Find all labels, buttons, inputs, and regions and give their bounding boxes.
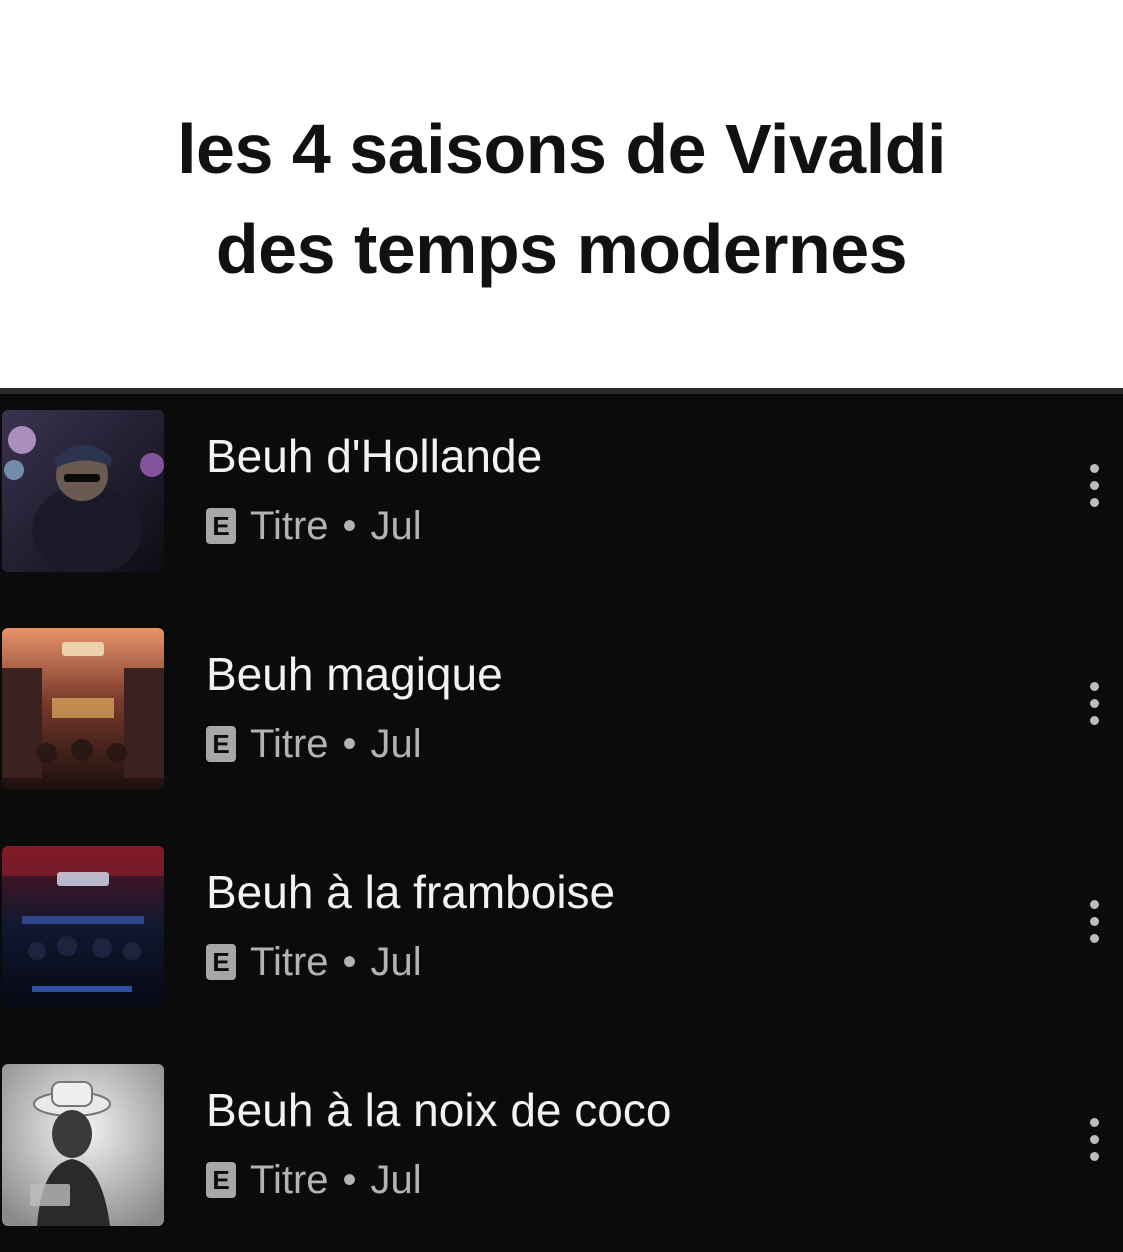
more-dot-icon [1089,1134,1099,1144]
meta-separator: • [342,504,357,548]
track-title: Beuh d'Hollande [206,430,543,482]
track-list: Beuh d'Hollande E Titre • Jul Beuh magiq… [0,388,1123,1252]
track-meta: E Titre • Jul [206,722,422,766]
track-meta: E Titre • Jul [206,504,422,548]
album-cover-street-icon [2,628,164,790]
explicit-badge: E [206,1162,236,1198]
more-options-button[interactable] [1072,1104,1116,1174]
track-row[interactable]: Beuh magique E Titre • Jul [0,612,1123,792]
track-type: Titre [250,722,329,766]
track-row[interactable]: Beuh à la framboise E Titre • Jul [0,830,1123,1010]
caption-line-2: des temps modernes [215,210,908,288]
track-row[interactable]: Beuh d'Hollande E Titre • Jul [0,394,1123,574]
more-dot-icon [1089,497,1099,507]
track-row[interactable]: Beuh à la noix de coco E Titre • Jul [0,1048,1123,1228]
meme-caption: les 4 saisons de Vivaldi des temps moder… [0,0,1123,388]
track-title: Beuh à la framboise [206,866,616,918]
track-meta: E Titre • Jul [206,1158,422,1202]
album-cover-portrait-hat-icon [2,1064,164,1226]
more-dot-icon [1089,480,1099,490]
more-options-button[interactable] [1072,668,1116,738]
album-cover-stage-icon [2,846,164,1008]
more-dot-icon [1089,681,1099,691]
more-options-button[interactable] [1072,886,1116,956]
track-type: Titre [250,504,329,548]
track-artist[interactable]: Jul [371,722,422,766]
track-artist[interactable]: Jul [371,1158,422,1202]
caption-line-1: les 4 saisons de Vivaldi [177,110,946,188]
album-cover-portrait-icon [2,410,164,572]
more-dot-icon [1089,1117,1099,1127]
track-title: Beuh à la noix de coco [206,1084,672,1136]
explicit-badge: E [206,726,236,762]
more-dot-icon [1089,933,1099,943]
track-title: Beuh magique [206,648,503,700]
track-type: Titre [250,940,329,984]
more-dot-icon [1089,698,1099,708]
track-type: Titre [250,1158,329,1202]
more-dot-icon [1089,715,1099,725]
track-artist[interactable]: Jul [371,504,422,548]
more-dot-icon [1089,916,1099,926]
track-meta: E Titre • Jul [206,940,422,984]
more-options-button[interactable] [1072,450,1116,520]
more-dot-icon [1089,899,1099,909]
meta-separator: • [342,940,357,984]
explicit-badge: E [206,944,236,980]
explicit-badge: E [206,508,236,544]
meta-separator: • [342,1158,357,1202]
more-dot-icon [1089,1151,1099,1161]
more-dot-icon [1089,463,1099,473]
track-artist[interactable]: Jul [371,940,422,984]
meta-separator: • [342,722,357,766]
